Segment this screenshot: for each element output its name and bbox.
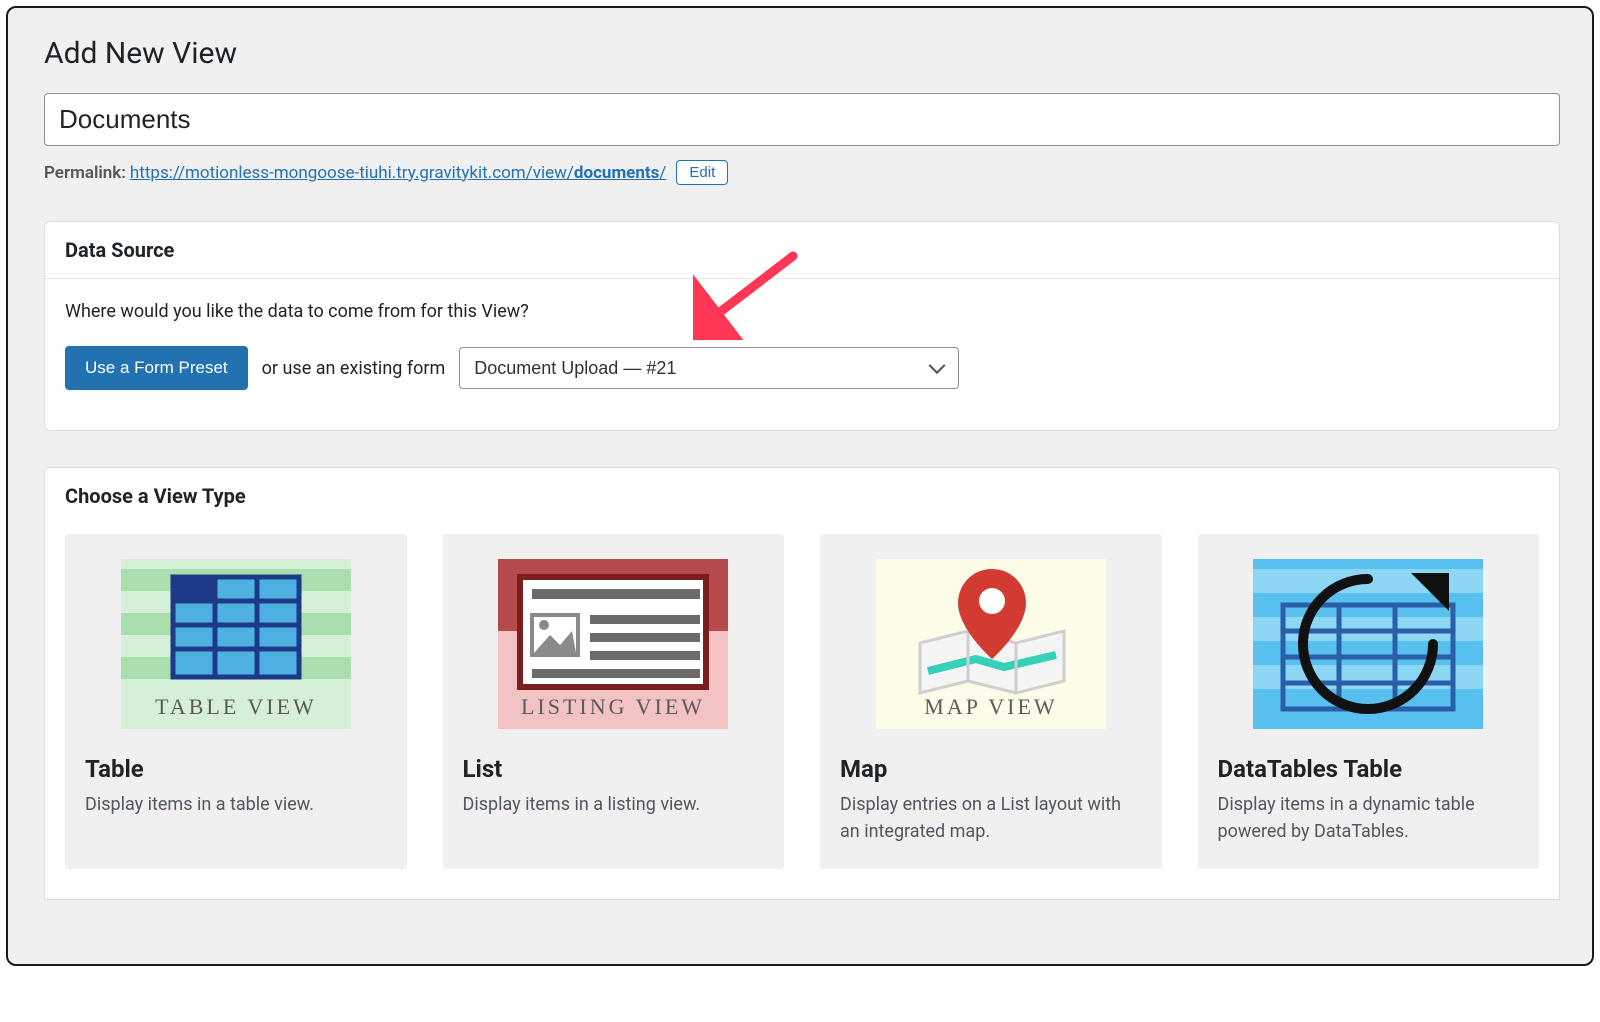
datatables-thumb [1216, 556, 1522, 731]
permalink-edit-button[interactable]: Edit [676, 160, 728, 185]
map-view-icon: MAP VIEW [876, 559, 1106, 729]
card-title: Map [820, 745, 1162, 791]
view-type-card-datatables[interactable]: DataTables Table Display items in a dyna… [1198, 534, 1540, 869]
data-source-body: Where would you like the data to come fr… [45, 279, 1559, 430]
view-type-panel: Choose a View Type [44, 467, 1560, 900]
map-view-thumb: MAP VIEW [838, 556, 1144, 731]
datatables-icon [1253, 559, 1483, 729]
panel-title-data-source: Data Source [45, 222, 1559, 279]
or-use-existing-label: or use an existing form [262, 358, 446, 379]
table-view-icon: TABLE VIEW [121, 559, 351, 729]
panel-title-view-type: Choose a View Type [45, 468, 1559, 524]
card-title: Table [65, 745, 407, 791]
list-thumb-caption: LISTING VIEW [521, 694, 705, 719]
permalink-link[interactable]: https://motionless-mongoose-tiuhi.try.gr… [130, 163, 666, 183]
view-title-input[interactable] [44, 93, 1560, 146]
existing-form-select[interactable]: Document Upload — #21 [459, 347, 959, 389]
data-source-panel: Data Source Where would you like the dat… [44, 221, 1560, 431]
permalink-base: https://motionless-mongoose-tiuhi.try.gr… [130, 163, 574, 183]
table-thumb-caption: TABLE VIEW [155, 694, 317, 719]
card-desc: Display items in a table view. [65, 791, 407, 818]
table-view-thumb: TABLE VIEW [83, 556, 389, 731]
list-view-icon: LISTING VIEW [498, 559, 728, 729]
page-heading: Add New View [44, 36, 1560, 71]
page-content: Add New View Permalink: https://motionle… [16, 16, 1588, 920]
card-title: List [443, 745, 785, 791]
permalink-label: Permalink: [44, 163, 126, 183]
card-desc: Display items in a dynamic table powered… [1198, 791, 1540, 845]
list-view-thumb: LISTING VIEW [461, 556, 767, 731]
data-source-prompt: Where would you like the data to come fr… [65, 301, 1539, 322]
permalink-row: Permalink: https://motionless-mongoose-t… [44, 160, 1560, 185]
use-form-preset-button[interactable]: Use a Form Preset [65, 346, 248, 390]
map-thumb-caption: MAP VIEW [924, 694, 1057, 719]
data-source-controls: Use a Form Preset or use an existing for… [65, 346, 1539, 390]
card-desc: Display entries on a List layout with an… [820, 791, 1162, 845]
permalink-slug: documents [574, 163, 659, 183]
card-title: DataTables Table [1198, 745, 1540, 791]
view-type-cards: TABLE VIEW Table Display items in a tabl… [45, 524, 1559, 899]
view-type-card-map[interactable]: MAP VIEW Map Display entries on a List l… [820, 534, 1162, 869]
app-frame: Add New View Permalink: https://motionle… [6, 6, 1594, 966]
view-type-card-list[interactable]: LISTING VIEW List Display items in a lis… [443, 534, 785, 869]
card-desc: Display items in a listing view. [443, 791, 785, 818]
permalink-trailing: / [659, 163, 666, 183]
form-select-wrap: Document Upload — #21 [459, 347, 959, 389]
view-type-card-table[interactable]: TABLE VIEW Table Display items in a tabl… [65, 534, 407, 869]
